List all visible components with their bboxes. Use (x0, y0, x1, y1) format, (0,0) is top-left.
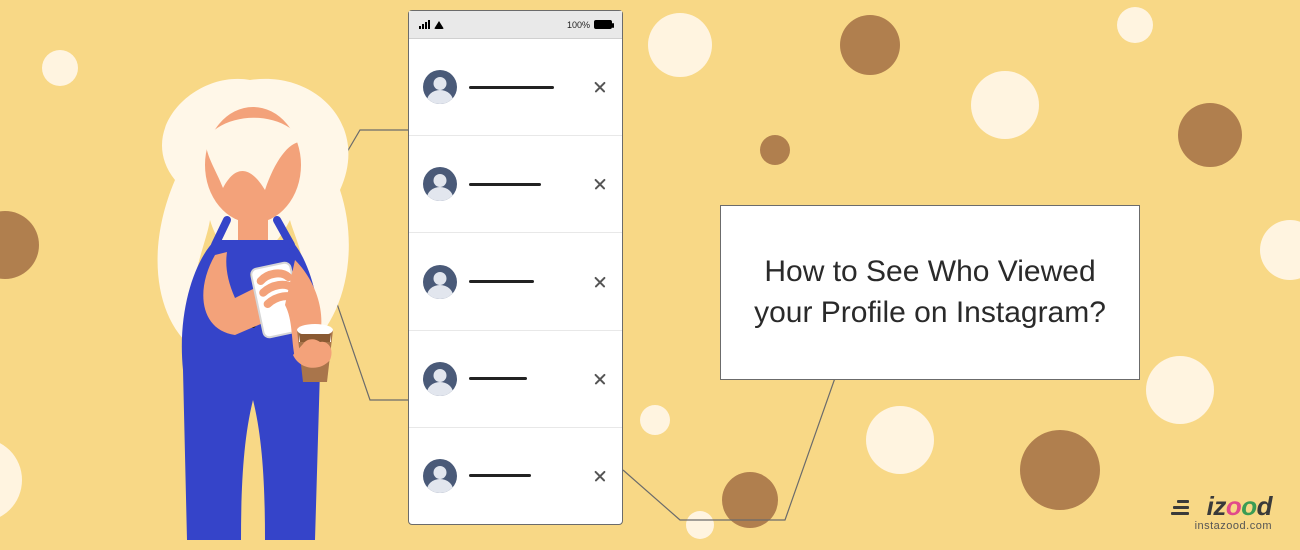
polka-dot (1117, 7, 1153, 43)
polka-dot (0, 211, 39, 279)
wifi-icon (434, 21, 444, 29)
viewer-name-placeholder (469, 280, 534, 283)
viewer-avatar-icon (423, 459, 457, 493)
brand-text: iz (1207, 491, 1226, 521)
close-icon[interactable] (592, 274, 608, 290)
profile-viewers-list (409, 39, 622, 524)
brand-domain: instazood.com (1195, 520, 1272, 532)
polka-dot (0, 438, 22, 522)
close-icon[interactable] (592, 79, 608, 95)
viewer-name-placeholder (469, 377, 527, 380)
polka-dot (722, 472, 778, 528)
viewer-avatar-icon (423, 70, 457, 104)
viewer-list-row (409, 428, 622, 524)
viewer-name-placeholder (469, 474, 531, 477)
signal-icon (419, 20, 430, 29)
viewer-avatar-icon (423, 362, 457, 396)
viewer-list-row (409, 39, 622, 136)
viewer-name-placeholder (469, 183, 541, 186)
brand-text: o (1226, 491, 1241, 521)
title-card: How to See Who Viewed your Profile on In… (720, 205, 1140, 380)
viewer-list-row (409, 233, 622, 330)
brand-text: d (1257, 491, 1272, 521)
brand-text: o (1241, 491, 1256, 521)
brand-wordmark: izood (1195, 491, 1272, 522)
close-icon[interactable] (592, 468, 608, 484)
viewer-name-placeholder (469, 86, 554, 89)
hero-illustration: 100% How to See Who Viewed your Profile … (0, 0, 1300, 550)
viewer-list-row (409, 331, 622, 428)
polka-dot (866, 406, 934, 474)
polka-dot (640, 405, 670, 435)
article-title: How to See Who Viewed your Profile on In… (751, 252, 1109, 333)
woman-holding-phone-illustration (115, 70, 385, 550)
viewer-avatar-icon (423, 167, 457, 201)
viewer-avatar-icon (423, 265, 457, 299)
speed-lines-icon (1171, 497, 1189, 518)
close-icon[interactable] (592, 371, 608, 387)
polka-dot (840, 15, 900, 75)
viewer-list-row (409, 136, 622, 233)
polka-dot (686, 511, 714, 539)
battery-icon (594, 20, 612, 29)
polka-dot (1178, 103, 1242, 167)
polka-dot (648, 13, 712, 77)
polka-dot (760, 135, 790, 165)
polka-dot (971, 71, 1039, 139)
polka-dot (1260, 220, 1300, 280)
phone-status-bar: 100% (409, 11, 622, 39)
polka-dot (42, 50, 78, 86)
battery-percent: 100% (567, 20, 590, 30)
close-icon[interactable] (592, 176, 608, 192)
phone-mockup: 100% (408, 10, 623, 525)
brand-logo: izood instazood.com (1195, 491, 1272, 532)
polka-dot (1146, 356, 1214, 424)
polka-dot (1020, 430, 1100, 510)
